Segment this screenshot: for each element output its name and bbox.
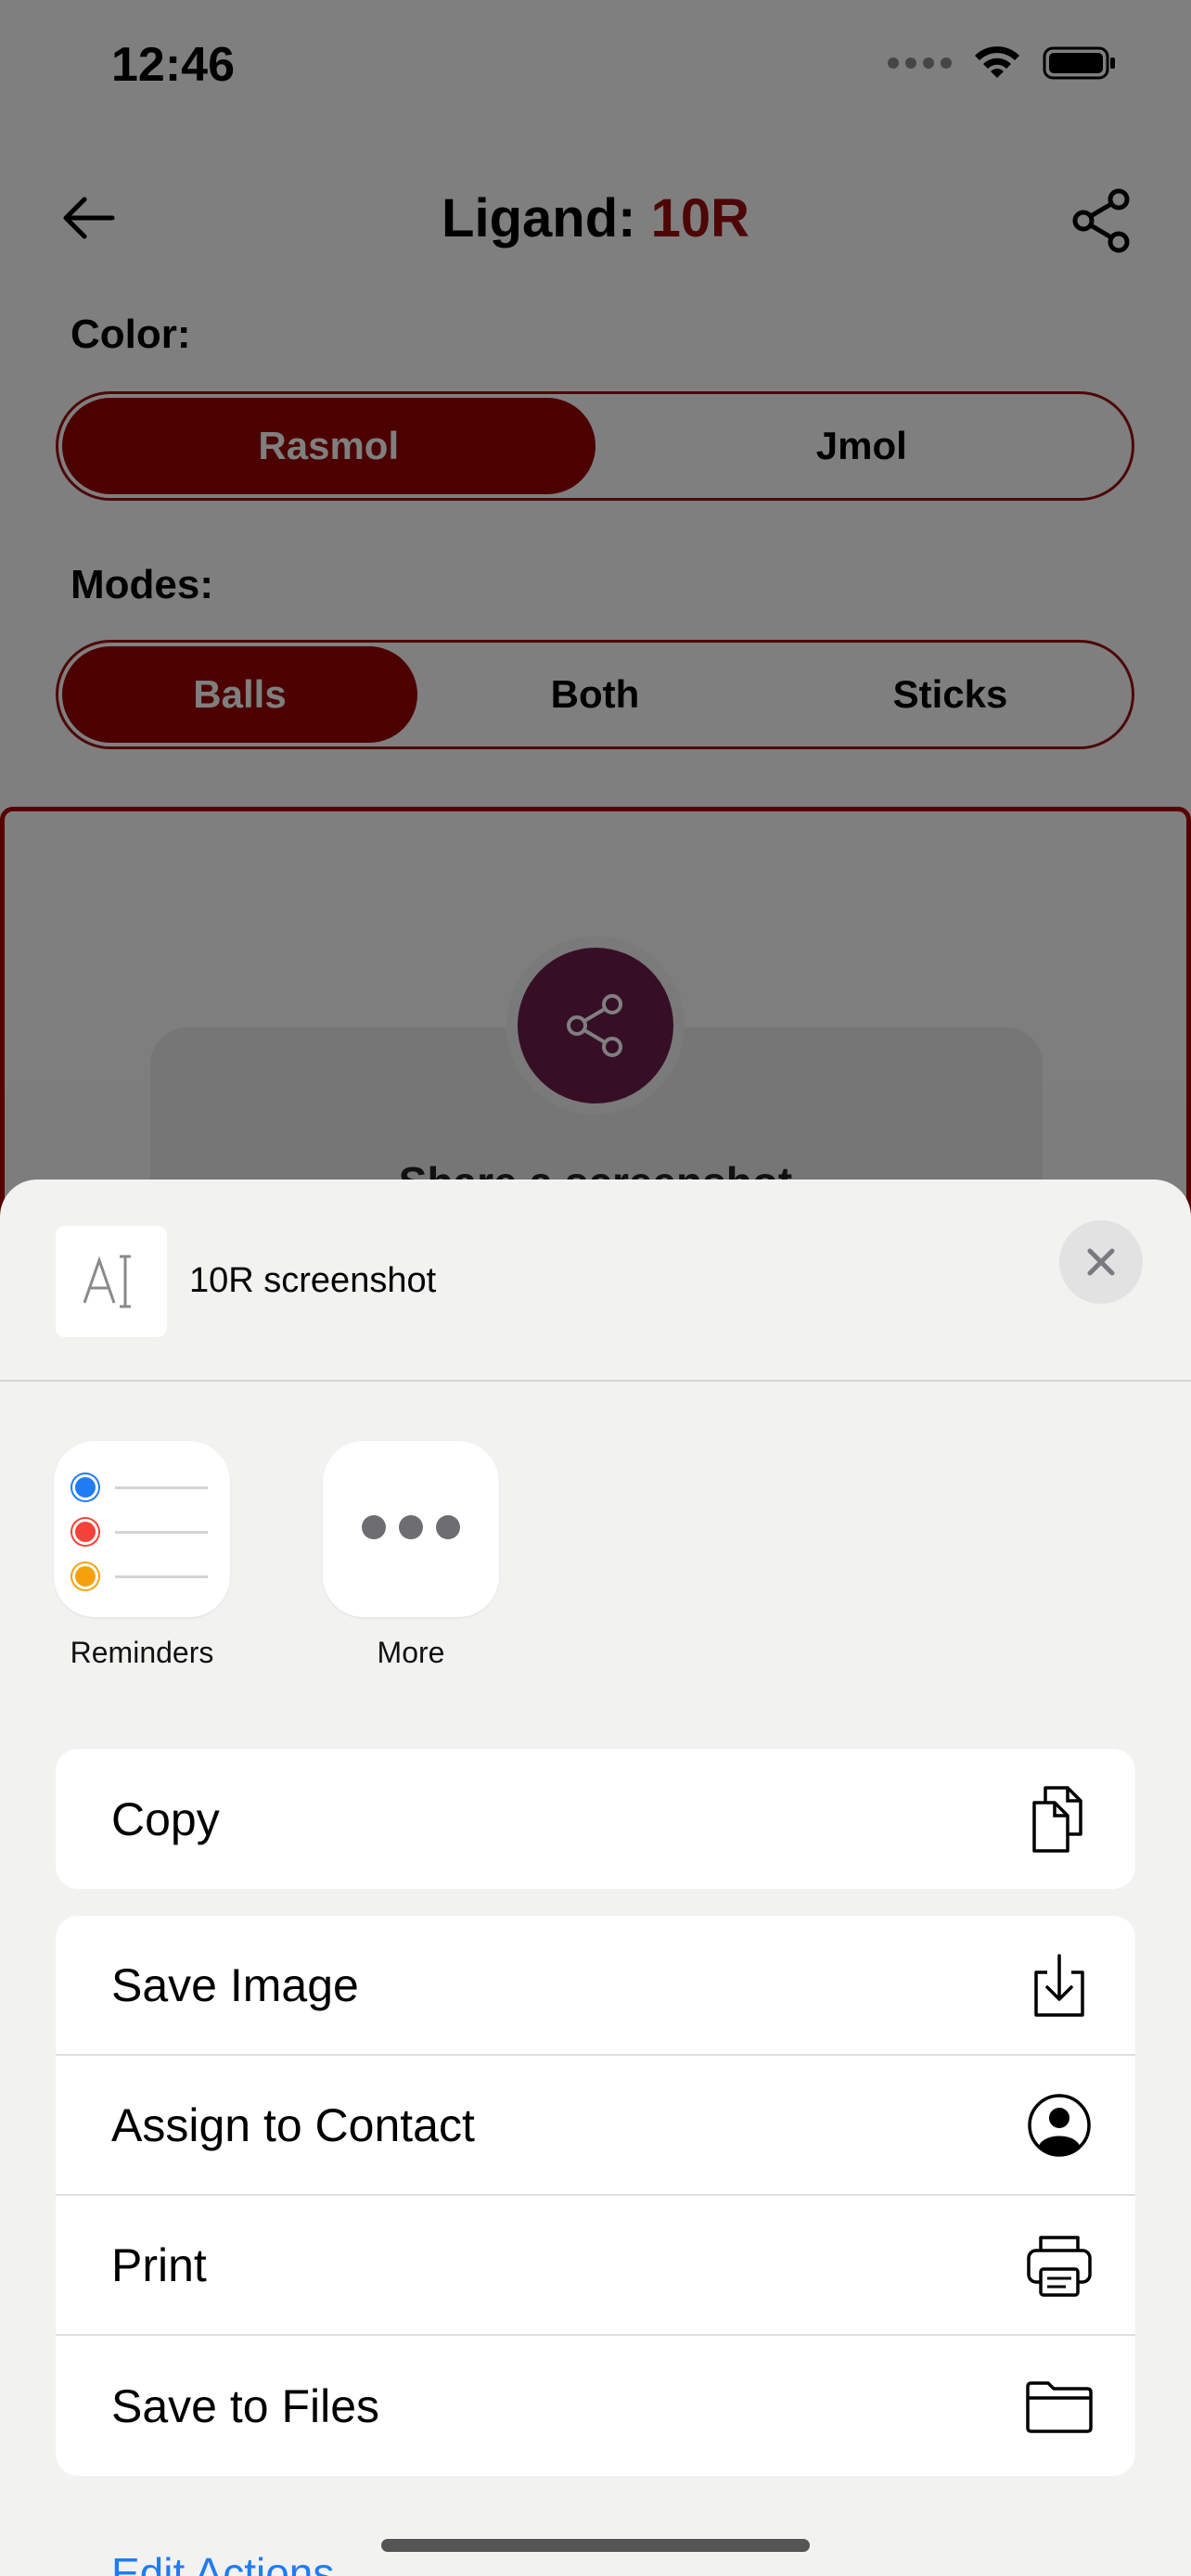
save-image-icon [1022,1948,1096,2022]
secondary-actions-group: Save Image Assign to Contact Print Save … [56,1916,1135,2476]
more-icon [323,1441,499,1617]
copy-icon [1022,1782,1096,1856]
primary-actions-group: Copy [56,1749,1135,1889]
file-title: 10R screenshot [189,1261,437,1300]
action-label: Save to Files [111,2379,380,2432]
contact-icon [1022,2088,1096,2162]
folder-icon [1022,2369,1096,2443]
screen: 12:46 Ligand: 10R [0,0,1191,2576]
reminders-icon [54,1441,230,1617]
edit-actions-link[interactable]: Edit Actions... [111,2548,370,2576]
action-label: Copy [111,1792,220,1845]
home-indicator[interactable] [381,2539,810,2552]
text-document-icon [83,1255,131,1308]
app-reminders[interactable]: Reminders [54,1441,239,1670]
action-label: Assign to Contact [111,2098,475,2151]
printer-icon [1022,2228,1096,2302]
action-label: Print [111,2238,207,2291]
close-icon [1087,1248,1115,1276]
action-copy[interactable]: Copy [56,1749,1135,1889]
action-assign-to-contact[interactable]: Assign to Contact [56,2056,1135,2196]
app-label: Reminders [70,1636,214,1669]
action-save-image[interactable]: Save Image [56,1916,1135,2056]
app-more[interactable]: More [323,1441,508,1670]
share-apps-row: Reminders More [0,1441,1191,1682]
file-thumbnail [56,1226,167,1337]
app-label: More [377,1636,445,1669]
action-label: Save Image [111,1958,359,2011]
action-print[interactable]: Print [56,2196,1135,2336]
close-button[interactable] [1059,1220,1143,1304]
share-sheet: 10R screenshot Reminders More Copy Save … [0,1180,1191,2576]
share-sheet-header: 10R screenshot [0,1180,1191,1382]
action-save-to-files[interactable]: Save to Files [56,2336,1135,2476]
